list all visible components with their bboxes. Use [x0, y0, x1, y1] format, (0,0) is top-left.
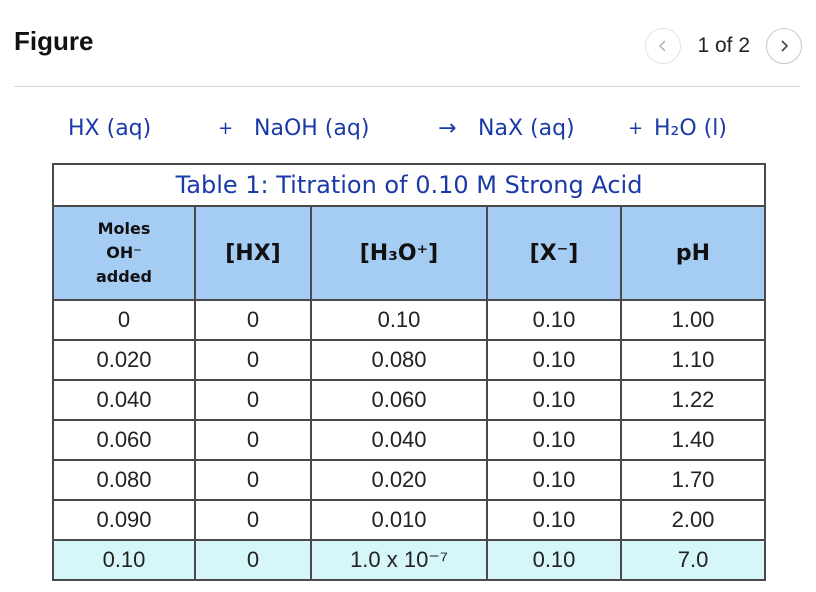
- next-button[interactable]: [766, 28, 802, 64]
- reactant-hx: HX (aq): [68, 116, 152, 141]
- table-row: 0 0 0.10 0.10 1.00: [52, 299, 767, 341]
- cell-h3o: 0.020: [310, 459, 488, 501]
- cell-ph: 1.10: [619, 339, 767, 381]
- column-header-h3o: [H₃O⁺]: [310, 205, 488, 301]
- oh-label: OH⁻: [106, 243, 142, 262]
- cell-moles: 0.020: [52, 339, 196, 381]
- cell-x: 0.10: [486, 419, 622, 461]
- cell-h3o: 0.010: [310, 499, 488, 541]
- figure-pager: 1 of 2: [645, 28, 802, 64]
- chevron-left-icon: [659, 40, 667, 52]
- product-nax: NaX (aq): [478, 116, 575, 141]
- cell-h3o: 0.040: [310, 419, 488, 461]
- cell-x: 0.10: [486, 339, 622, 381]
- cell-h3o: 1.0 x 10⁻⁷: [310, 539, 488, 581]
- titration-table: Table 1: Titration of 0.10 M Strong Acid…: [51, 163, 767, 581]
- cell-ph: 1.70: [619, 459, 767, 501]
- product-water: H₂O (l): [654, 116, 727, 141]
- cell-moles: 0.060: [52, 419, 196, 461]
- cell-h3o: 0.060: [310, 379, 488, 421]
- moles-label: Moles: [97, 219, 151, 238]
- cell-x: 0.10: [486, 379, 622, 421]
- figure-header: Figure 1 of 2: [0, 0, 816, 86]
- chevron-right-icon: [781, 40, 789, 52]
- reaction-arrow: →: [438, 116, 457, 141]
- table-row-equivalence: 0.10 0 1.0 x 10⁻⁷ 0.10 7.0: [52, 539, 767, 581]
- column-header-ph: pH: [619, 205, 767, 301]
- cell-x: 0.10: [486, 499, 622, 541]
- table-row: 0.040 0 0.060 0.10 1.22: [52, 379, 767, 421]
- added-label: added: [95, 267, 152, 286]
- cell-ph: 1.40: [619, 419, 767, 461]
- reactant-naoh: NaOH (aq): [254, 116, 370, 141]
- cell-hx: 0: [194, 459, 312, 501]
- cell-hx: 0: [194, 339, 312, 381]
- cell-moles: 0.090: [52, 499, 196, 541]
- previous-button[interactable]: [645, 28, 682, 64]
- reaction-equation: HX (aq) + NaOH (aq) → NaX (aq) + H₂O (l): [68, 116, 788, 146]
- cell-moles: 0.10: [52, 539, 196, 581]
- plus-sign: +: [218, 118, 234, 139]
- column-header-x: [X⁻]: [486, 205, 622, 301]
- cell-hx: 0: [194, 419, 312, 461]
- plus-sign: +: [628, 118, 644, 139]
- table-row: 0.060 0 0.040 0.10 1.40: [52, 419, 767, 461]
- cell-h3o: 0.080: [310, 339, 488, 381]
- cell-ph: 7.0: [619, 539, 767, 581]
- cell-x: 0.10: [486, 459, 622, 501]
- cell-moles: 0.080: [52, 459, 196, 501]
- column-header-hx: [HX]: [194, 205, 312, 301]
- cell-ph: 1.22: [619, 379, 767, 421]
- cell-hx: 0: [194, 299, 312, 341]
- table-row: 0.080 0 0.020 0.10 1.70: [52, 459, 767, 501]
- table-row: 0.090 0 0.010 0.10 2.00: [52, 499, 767, 541]
- table-header-row: Moles OH⁻ added [HX] [H₃O⁺] [X⁻] pH: [52, 205, 767, 301]
- cell-ph: 2.00: [619, 499, 767, 541]
- cell-moles: 0: [52, 299, 196, 341]
- cell-x: 0.10: [486, 299, 622, 341]
- cell-h3o: 0.10: [310, 299, 488, 341]
- cell-moles: 0.040: [52, 379, 196, 421]
- cell-ph: 1.00: [619, 299, 767, 341]
- cell-hx: 0: [194, 379, 312, 421]
- table-caption: Table 1: Titration of 0.10 M Strong Acid: [51, 163, 767, 207]
- table-row: 0.020 0 0.080 0.10 1.10: [52, 339, 767, 381]
- page-indicator: 1 of 2: [697, 34, 750, 57]
- page-title: Figure: [14, 26, 94, 56]
- cell-x: 0.10: [486, 539, 622, 581]
- column-header-moles: Moles OH⁻ added: [52, 205, 196, 301]
- cell-hx: 0: [194, 539, 312, 581]
- cell-hx: 0: [194, 499, 312, 541]
- header-divider: [14, 86, 800, 87]
